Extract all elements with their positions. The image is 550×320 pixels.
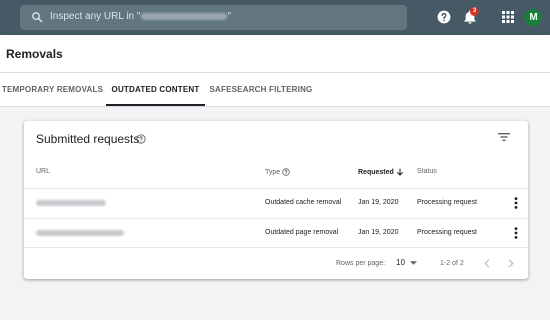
column-header-requested[interactable]: Requested bbox=[358, 168, 404, 176]
request-status: Processing request bbox=[417, 229, 477, 236]
request-date: Jan 19, 2020 bbox=[358, 199, 399, 206]
apps-grid-icon[interactable] bbox=[502, 11, 514, 23]
search-icon bbox=[32, 12, 43, 23]
chevron-left-icon[interactable] bbox=[484, 259, 490, 268]
more-vert-icon[interactable] bbox=[514, 197, 518, 209]
tab-bar: TEMPORARY REMOVALS OUTDATED CONTENT SAFE… bbox=[0, 73, 550, 107]
help-outline-icon[interactable] bbox=[282, 168, 290, 176]
page-header: Removals bbox=[0, 35, 550, 73]
notification-count-badge: 3 bbox=[470, 7, 479, 16]
search-input[interactable]: Inspect any URL in " " bbox=[20, 5, 407, 30]
top-app-bar: Inspect any URL in " " 3 M bbox=[0, 0, 550, 35]
request-type: Outdated page removal bbox=[265, 229, 339, 236]
pagination-range: 1-2 of 2 bbox=[440, 260, 464, 267]
tab-safesearch-filtering[interactable]: SAFESEARCH FILTERING bbox=[206, 73, 316, 106]
redacted-property-name bbox=[141, 12, 228, 20]
filter-icon[interactable] bbox=[498, 131, 510, 143]
help-outline-icon[interactable] bbox=[136, 134, 146, 144]
column-header-url[interactable]: URL bbox=[36, 168, 50, 175]
tab-outdated-content[interactable]: OUTDATED CONTENT bbox=[106, 73, 205, 106]
chevron-right-icon[interactable] bbox=[508, 259, 514, 268]
column-header-type[interactable]: Type bbox=[265, 168, 290, 176]
rows-per-page-label: Rows per page: bbox=[336, 260, 386, 267]
help-circle-icon[interactable] bbox=[437, 10, 451, 24]
request-status: Processing request bbox=[417, 199, 477, 206]
search-placeholder: Inspect any URL in " " bbox=[50, 11, 232, 22]
redacted-url bbox=[36, 200, 106, 206]
caret-down-icon[interactable] bbox=[410, 261, 417, 265]
more-vert-icon[interactable] bbox=[514, 227, 518, 239]
submitted-requests-card: Submitted requests URL Type Requested St… bbox=[24, 121, 528, 279]
redacted-url bbox=[36, 230, 124, 236]
request-date: Jan 19, 2020 bbox=[358, 229, 399, 236]
table-row[interactable]: Outdated page removal Jan 19, 2020 Proce… bbox=[24, 218, 528, 248]
tab-temporary-removals[interactable]: TEMPORARY REMOVALS bbox=[0, 73, 105, 106]
page-title: Removals bbox=[6, 47, 63, 61]
rows-per-page-select[interactable]: 10 bbox=[396, 258, 405, 267]
card-title: Submitted requests bbox=[36, 132, 140, 146]
column-header-status[interactable]: Status bbox=[417, 168, 437, 175]
arrow-down-icon bbox=[396, 168, 403, 176]
table-row[interactable]: Outdated cache removal Jan 19, 2020 Proc… bbox=[24, 188, 528, 218]
request-type: Outdated cache removal bbox=[265, 199, 342, 206]
table-pagination: Rows per page: 10 1-2 of 2 bbox=[24, 247, 528, 280]
avatar[interactable]: M bbox=[525, 9, 542, 26]
